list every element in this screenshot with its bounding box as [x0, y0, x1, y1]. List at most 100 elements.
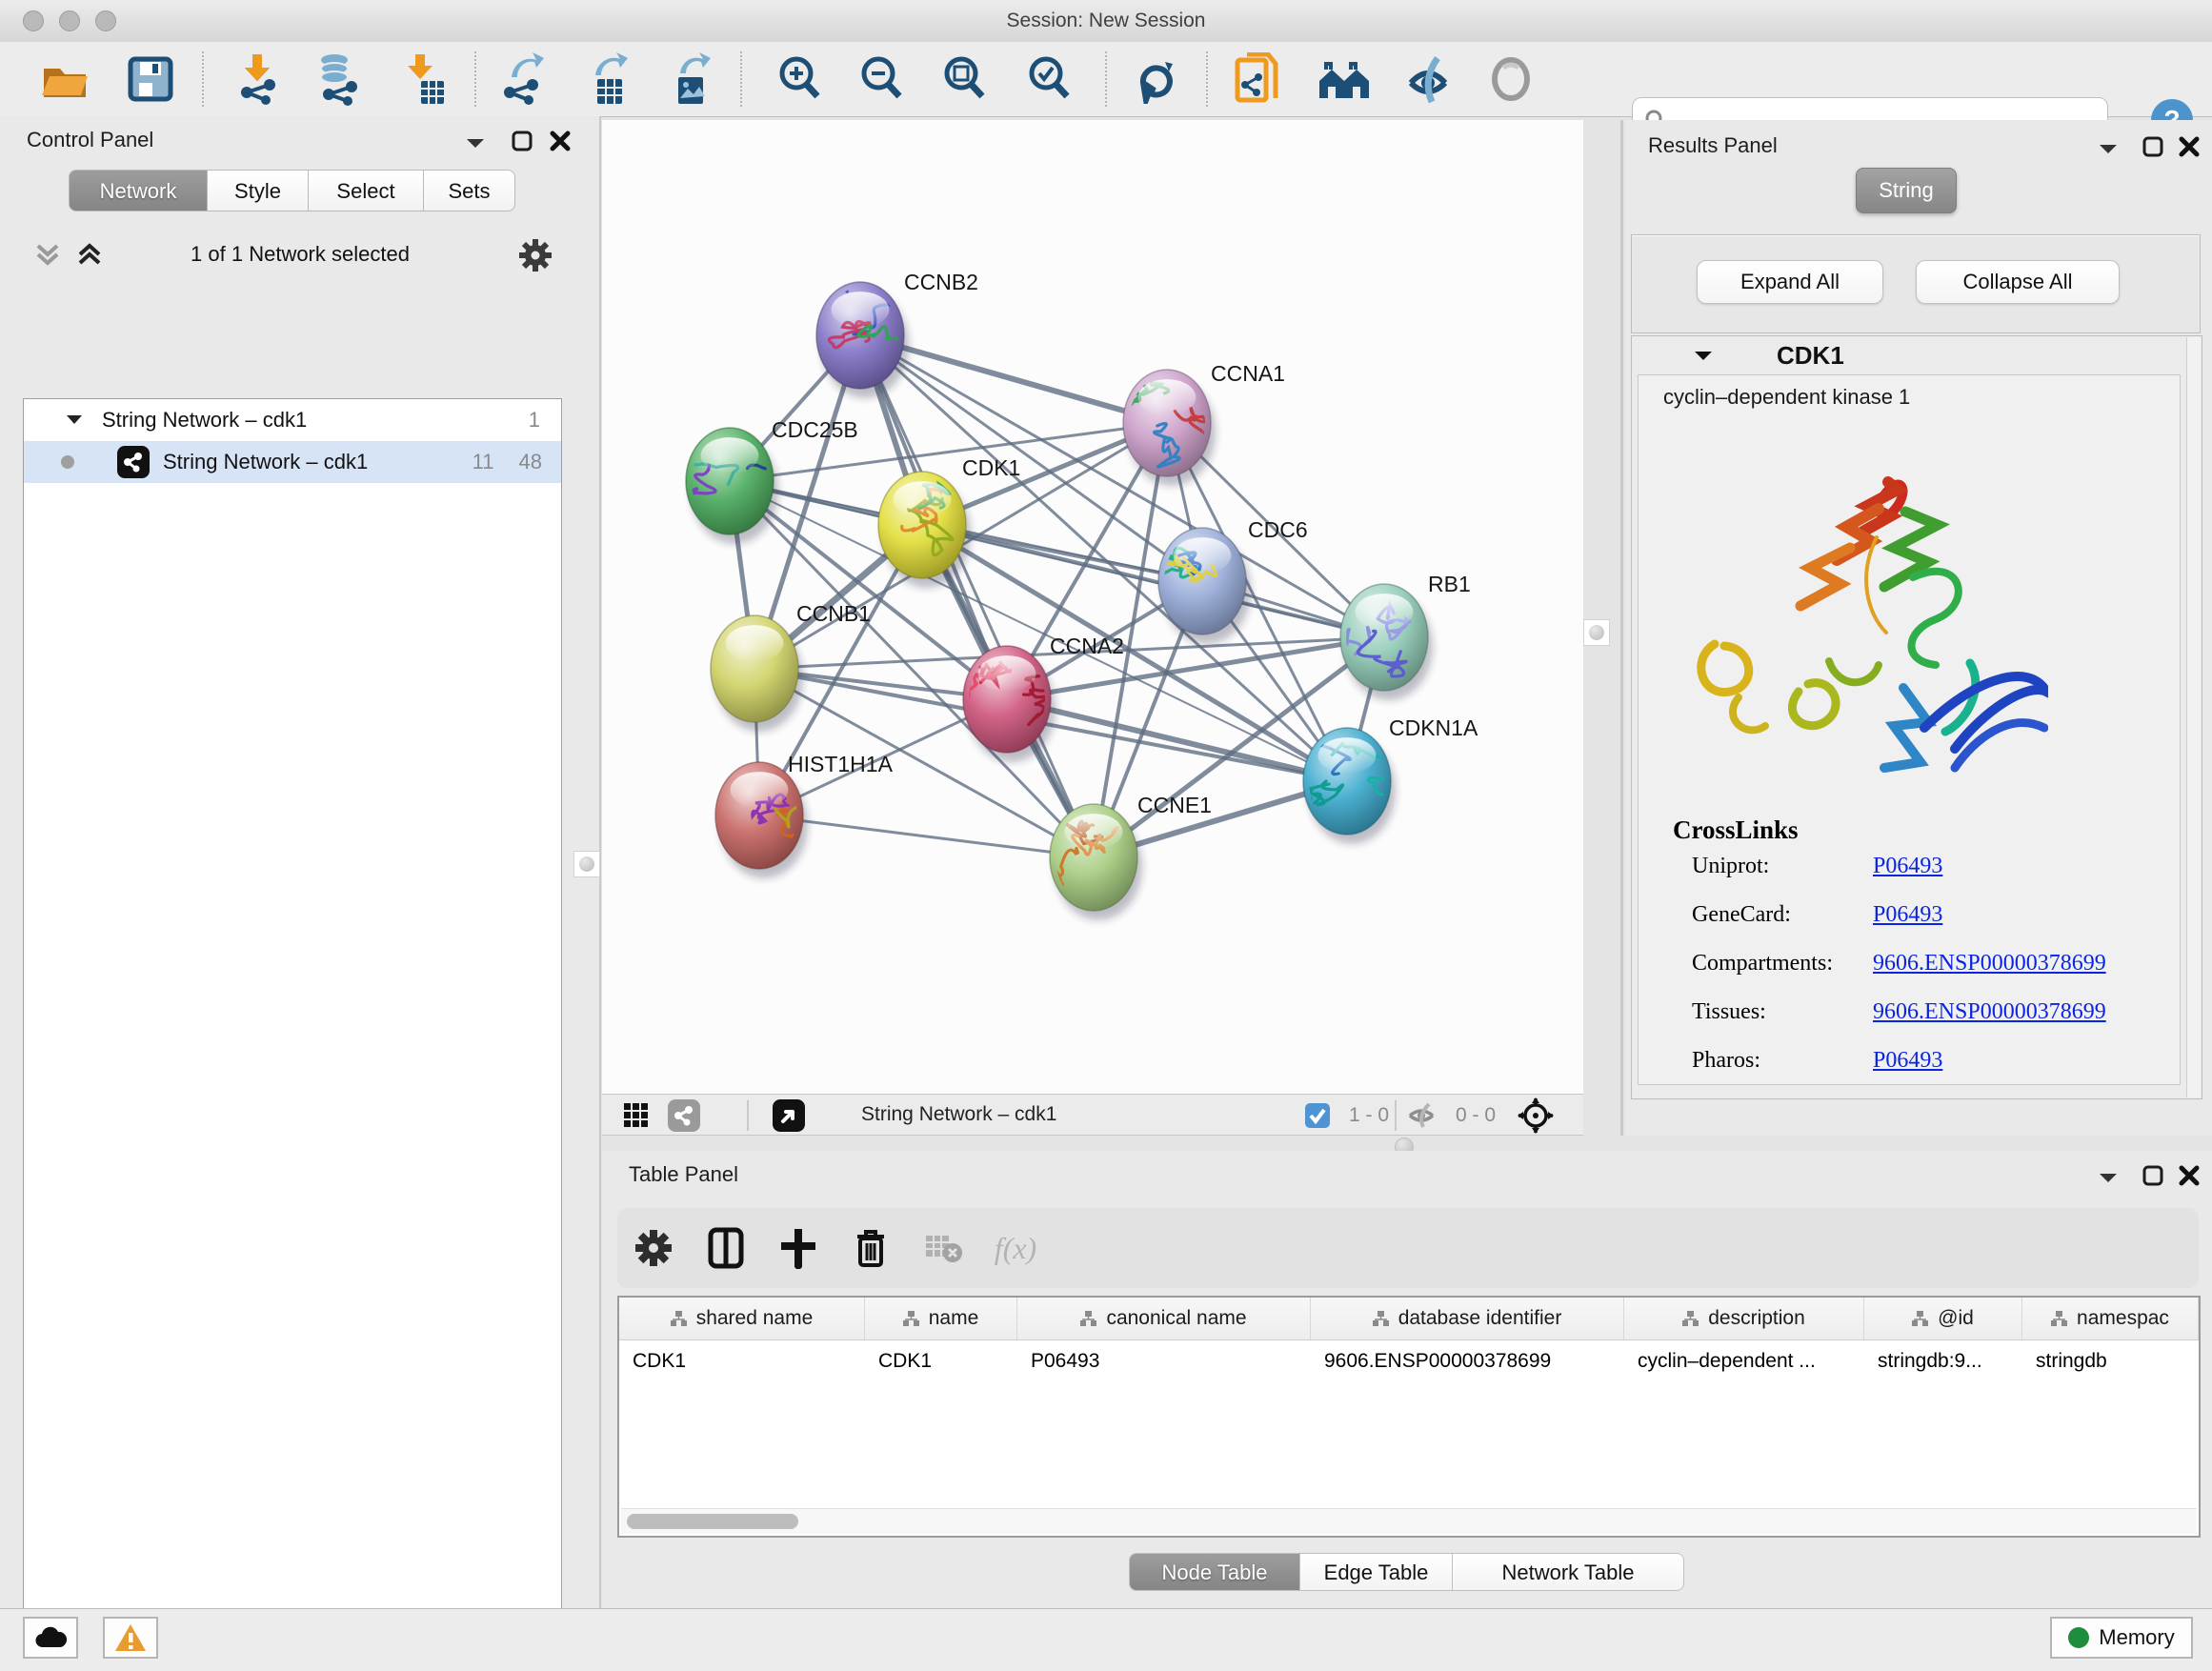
- selected-checkbox-icon[interactable]: [1303, 1098, 1332, 1133]
- control-panel-float-icon[interactable]: [511, 130, 533, 152]
- results-panel-close-icon[interactable]: [2178, 135, 2201, 158]
- tab-node-table[interactable]: Node Table: [1129, 1553, 1300, 1591]
- export-image-icon[interactable]: [663, 52, 716, 106]
- table-gear-icon[interactable]: [617, 1229, 690, 1267]
- protein-section-header[interactable]: CDK1: [1632, 336, 2202, 374]
- column-header-canonical-name[interactable]: canonical name: [1017, 1298, 1311, 1339]
- tab-select[interactable]: Select: [309, 170, 424, 211]
- edge-CCNB2-CCNE1[interactable]: [860, 335, 1094, 857]
- fit-selected-crosshair-icon[interactable]: [1515, 1098, 1557, 1133]
- import-network-file-icon[interactable]: [231, 52, 285, 106]
- right-splitter[interactable]: [1620, 120, 1623, 1136]
- memory-status-icon: [2068, 1627, 2089, 1648]
- zoom-selected-icon[interactable]: [1023, 52, 1076, 106]
- delete-table-icon[interactable]: [907, 1232, 979, 1264]
- table-cell[interactable]: stringdb: [2022, 1340, 2199, 1382]
- node-CCNA1[interactable]: [1121, 369, 1218, 486]
- node-CCNB1[interactable]: [711, 615, 803, 732]
- memory-button[interactable]: Memory: [2050, 1617, 2193, 1659]
- delete-column-icon[interactable]: [835, 1227, 907, 1269]
- hide-selected-icon[interactable]: [1401, 52, 1455, 106]
- tab-sets[interactable]: Sets: [424, 170, 515, 211]
- table-cell[interactable]: CDK1: [865, 1340, 1017, 1382]
- show-all-icon[interactable]: [1484, 52, 1538, 106]
- network-options-gear-icon[interactable]: [518, 238, 553, 272]
- import-network-database-icon[interactable]: [312, 52, 365, 106]
- node-CCNA2[interactable]: [963, 646, 1056, 762]
- import-table-file-icon[interactable]: [398, 52, 452, 106]
- control-panel-close-icon[interactable]: [549, 130, 572, 152]
- results-panel-collapse-icon[interactable]: [2098, 143, 2119, 156]
- table-panel-close-icon[interactable]: [2178, 1164, 2201, 1187]
- node-label-CCNB1: CCNB1: [796, 601, 871, 626]
- grid-view-icon[interactable]: [619, 1098, 654, 1133]
- zoom-fit-icon[interactable]: [938, 52, 992, 106]
- tree-expand-icon[interactable]: [66, 414, 83, 426]
- apply-preferred-layout-icon[interactable]: [1129, 52, 1182, 106]
- left-splitter-handle[interactable]: [573, 851, 600, 877]
- network-collection-row[interactable]: String Network – cdk1 1: [24, 399, 561, 441]
- import-string-network-icon[interactable]: [1232, 52, 1285, 106]
- select-columns-icon[interactable]: [690, 1227, 762, 1269]
- edge-HIST1H1A-CCNE1[interactable]: [759, 815, 1094, 857]
- table-cell[interactable]: P06493: [1017, 1340, 1311, 1382]
- string-home-icon[interactable]: [1317, 52, 1371, 106]
- column-header-description[interactable]: description: [1624, 1298, 1864, 1339]
- node-table[interactable]: shared namenamecanonical namedatabase id…: [617, 1296, 2201, 1538]
- open-session-icon[interactable]: [38, 52, 91, 106]
- crosslink-value-link[interactable]: 9606.ENSP00000378699: [1873, 951, 2106, 976]
- node-CCNE1[interactable]: [1041, 804, 1142, 920]
- crosslink-value-link[interactable]: 9606.ENSP00000378699: [1873, 999, 2106, 1025]
- results-panel-float-icon[interactable]: [2142, 135, 2164, 158]
- column-header-shared-name[interactable]: shared name: [619, 1298, 865, 1339]
- network-row[interactable]: String Network – cdk1 11 48: [24, 441, 561, 483]
- save-session-icon[interactable]: [124, 52, 177, 106]
- table-cell[interactable]: 9606.ENSP00000378699: [1311, 1340, 1624, 1382]
- bottom-status-bar: Memory: [0, 1608, 2212, 1671]
- right-splitter-handle[interactable]: [1583, 619, 1610, 646]
- tab-string[interactable]: String: [1856, 168, 1957, 213]
- crosslink-value-link[interactable]: P06493: [1873, 854, 1942, 879]
- hidden-eye-slash-icon[interactable]: [1402, 1098, 1440, 1133]
- table-panel-float-icon[interactable]: [2142, 1164, 2164, 1187]
- export-network-icon[interactable]: [496, 52, 550, 106]
- zoom-out-icon[interactable]: [855, 52, 909, 106]
- tab-network-table[interactable]: Network Table: [1453, 1553, 1684, 1591]
- table-row[interactable]: CDK1CDK1P064939606.ENSP00000378699cyclin…: [619, 1340, 2199, 1382]
- export-table-icon[interactable]: [580, 52, 633, 106]
- collapse-all-button[interactable]: Collapse All: [1916, 260, 2120, 304]
- network-list: String Network – cdk1 1 String Network –…: [23, 398, 562, 1671]
- tab-edge-table[interactable]: Edge Table: [1300, 1553, 1453, 1591]
- crosslink-value-link[interactable]: P06493: [1873, 902, 1942, 928]
- node-RB1[interactable]: [1320, 584, 1433, 700]
- section-collapse-icon[interactable]: [1693, 350, 1714, 363]
- network-canvas[interactable]: CCNB2CCNA1CDC25BCDK1CDC6RB1CCNB1CCNA2CDK…: [602, 120, 1583, 1094]
- node-CDC6[interactable]: [1152, 528, 1251, 644]
- table-cell[interactable]: cyclin–dependent ...: [1624, 1340, 1864, 1382]
- column-header-name[interactable]: name: [865, 1298, 1017, 1339]
- scrollbar-thumb[interactable]: [627, 1514, 798, 1529]
- warnings-button[interactable]: [103, 1617, 158, 1659]
- table-panel-collapse-icon[interactable]: [2098, 1172, 2119, 1185]
- expand-all-button[interactable]: Expand All: [1697, 260, 1883, 304]
- birds-eye-view-icon[interactable]: [770, 1098, 808, 1133]
- table-cell[interactable]: stringdb:9...: [1864, 1340, 2022, 1382]
- network-badge-gray-icon[interactable]: [665, 1098, 703, 1133]
- add-column-icon[interactable]: [762, 1227, 835, 1269]
- control-panel-collapse-icon[interactable]: [465, 137, 486, 151]
- column-header-namespac[interactable]: namespac: [2022, 1298, 2199, 1339]
- column-header-database-identifier[interactable]: database identifier: [1311, 1298, 1624, 1339]
- edge-CDK1-RB1[interactable]: [922, 525, 1384, 637]
- table-cell[interactable]: CDK1: [619, 1340, 865, 1382]
- network-edges[interactable]: [730, 335, 1384, 857]
- node-label-CDK1: CDK1: [962, 455, 1020, 480]
- results-scrollbar[interactable]: [2186, 337, 2201, 1097]
- tab-style[interactable]: Style: [208, 170, 309, 211]
- node-CDK1[interactable]: [878, 472, 971, 588]
- table-horizontal-scrollbar[interactable]: [621, 1508, 2197, 1534]
- tab-network[interactable]: Network: [69, 170, 208, 211]
- crosslink-value-link[interactable]: P06493: [1873, 1048, 1942, 1074]
- zoom-in-icon[interactable]: [774, 52, 827, 106]
- column-header--id[interactable]: @id: [1864, 1298, 2022, 1339]
- cloud-button[interactable]: [23, 1617, 78, 1659]
